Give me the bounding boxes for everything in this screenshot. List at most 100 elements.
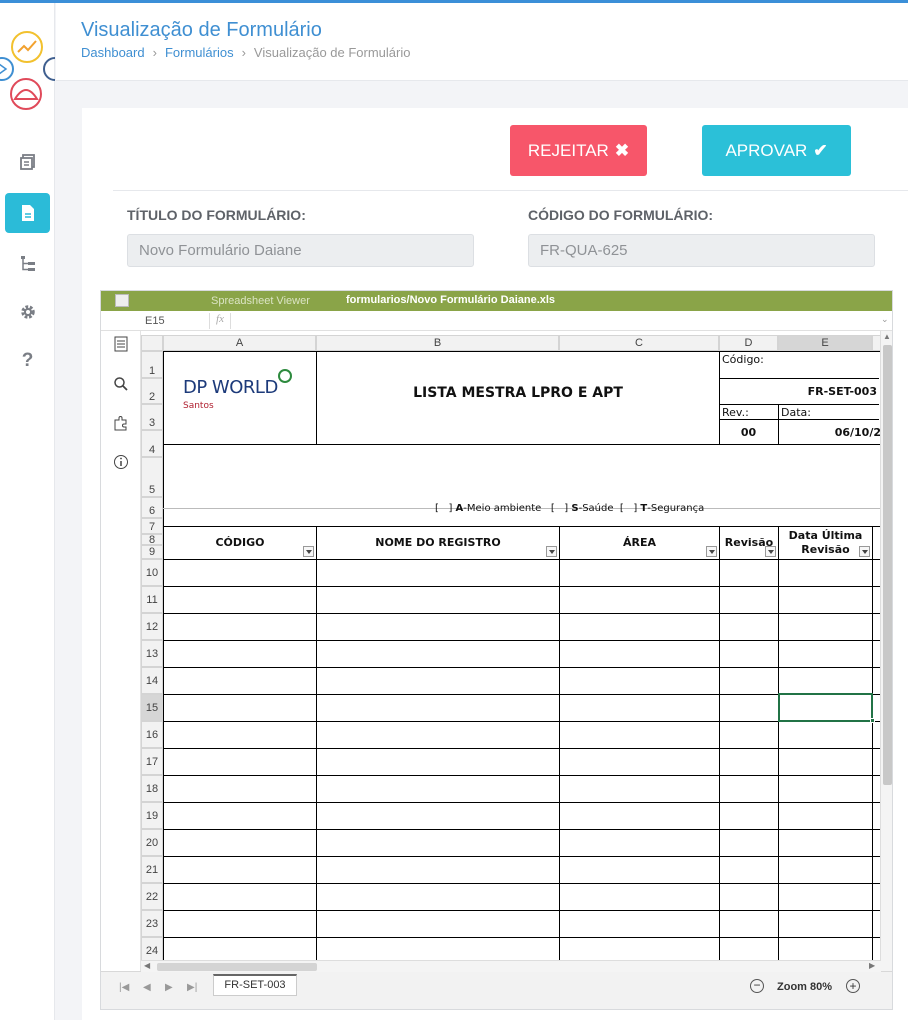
- scroll-thumb[interactable]: [883, 345, 892, 785]
- reject-label: REJEITAR: [527, 140, 609, 160]
- book-icon: [19, 154, 35, 170]
- formula-bar: E15 fx ⌄: [101, 311, 892, 331]
- scroll-right-icon[interactable]: ▶: [869, 961, 875, 970]
- grid-line: [778, 404, 779, 444]
- viewer-app-name: Spreadsheet Viewer: [211, 295, 310, 307]
- grid-line: [163, 694, 881, 695]
- info-icon[interactable]: [113, 454, 129, 470]
- last-sheet-icon[interactable]: ▶|: [187, 982, 197, 993]
- row-header-12[interactable]: 12: [141, 613, 163, 640]
- fill-handle[interactable]: [870, 718, 875, 723]
- scroll-up-icon[interactable]: ▲: [883, 332, 891, 341]
- sidebar: ?: [0, 3, 55, 1020]
- sidebar-item-library[interactable]: [5, 142, 50, 182]
- column-header-c[interactable]: C: [559, 335, 719, 351]
- viewer-toolbar: [101, 331, 141, 971]
- row-header-13[interactable]: 13: [141, 640, 163, 667]
- approve-button[interactable]: APROVAR ✔: [702, 125, 851, 176]
- row-header-14[interactable]: 14: [141, 667, 163, 694]
- legend-key-s: S: [571, 502, 579, 514]
- sidebar-item-hierarchy[interactable]: [5, 243, 50, 283]
- reject-button[interactable]: REJEITAR ✖: [510, 125, 647, 176]
- spreadsheet-viewer: Spreadsheet Viewer formularios/Novo Form…: [100, 290, 893, 1010]
- cell-reference[interactable]: E15: [145, 315, 165, 327]
- document-icon: [21, 205, 34, 221]
- company-name: DP WORLD: [183, 377, 278, 398]
- horizontal-scroll-thumb[interactable]: [157, 963, 317, 971]
- row-header-21[interactable]: 21: [141, 856, 163, 883]
- row-header-15[interactable]: 15: [141, 694, 163, 721]
- sheet-tab[interactable]: FR-SET-003: [213, 974, 297, 996]
- help-icon: ?: [21, 350, 34, 371]
- code-field[interactable]: FR-QUA-625: [528, 234, 875, 267]
- select-all-corner[interactable]: [141, 335, 163, 351]
- codigo-value: FR-SET-003: [807, 384, 877, 398]
- sidebar-item-forms[interactable]: [5, 193, 50, 233]
- row-header-6[interactable]: 6: [141, 497, 163, 518]
- filter-dropdown-icon[interactable]: [859, 546, 870, 557]
- row-header-4[interactable]: 4: [141, 430, 163, 457]
- header-nome: NOME DO REGISTRO: [375, 536, 501, 549]
- column-header-d[interactable]: D: [719, 335, 778, 351]
- first-sheet-icon[interactable]: |◀: [119, 982, 129, 993]
- column-header-b[interactable]: B: [316, 335, 559, 351]
- row-header-1[interactable]: 1: [141, 351, 163, 378]
- formula-input[interactable]: [232, 311, 877, 330]
- row-header-7[interactable]: 7: [141, 518, 163, 534]
- row-header-10[interactable]: 10: [141, 559, 163, 586]
- title-label: TÍTULO DO FORMULÁRIO:: [127, 207, 306, 223]
- column-header-e[interactable]: E: [778, 335, 872, 351]
- horizontal-scrollbar[interactable]: ◀ ▶: [141, 960, 881, 972]
- close-icon: ✖: [614, 140, 630, 160]
- sheet-grid[interactable]: A B C D E 1 2 3 4 5 6 7 8 9 10 11 12 13 …: [141, 331, 881, 971]
- title-field[interactable]: Novo Formulário Daiane: [127, 234, 474, 267]
- data-value: 06/10/2: [834, 425, 881, 439]
- row-header-3[interactable]: 3: [141, 404, 163, 430]
- zoom-in-icon[interactable]: +: [846, 979, 860, 993]
- legend-text-a: -Meio ambiente: [463, 502, 542, 514]
- row-header-23[interactable]: 23: [141, 910, 163, 937]
- selected-cell[interactable]: [778, 693, 873, 722]
- fx-icon: fx: [209, 313, 231, 329]
- next-sheet-icon[interactable]: ▶: [165, 982, 173, 993]
- sidebar-item-help[interactable]: ?: [5, 341, 50, 381]
- row-header-17[interactable]: 17: [141, 748, 163, 775]
- filter-dropdown-icon[interactable]: [765, 546, 776, 557]
- breadcrumb-forms[interactable]: Formulários: [165, 45, 234, 60]
- vertical-scrollbar[interactable]: ▲: [880, 331, 892, 971]
- app-logo: [0, 31, 55, 110]
- row-header-18[interactable]: 18: [141, 775, 163, 802]
- grid-line: [163, 802, 881, 803]
- row-header-9[interactable]: 9: [141, 545, 163, 559]
- sheet-list-icon[interactable]: [113, 336, 129, 352]
- zoom-out-icon[interactable]: −: [750, 979, 764, 993]
- scroll-left-icon[interactable]: ◀: [144, 961, 150, 970]
- rev-label: Rev.:: [722, 405, 749, 419]
- legend: [ ] A -Meio ambiente [ ] S -Saúde [ ] T -Se…: [435, 499, 704, 517]
- filter-dropdown-icon[interactable]: [303, 546, 314, 557]
- check-icon: ✔: [813, 140, 828, 160]
- legend-bracket-a: [ ]: [435, 502, 453, 514]
- legend-key-t: T: [640, 502, 648, 514]
- search-icon[interactable]: [113, 376, 129, 392]
- row-header-22[interactable]: 22: [141, 883, 163, 910]
- breadcrumb-dashboard[interactable]: Dashboard: [81, 45, 145, 60]
- row-header-8[interactable]: 8: [141, 534, 163, 546]
- grid-line: [163, 586, 881, 587]
- column-header-a[interactable]: A: [163, 335, 316, 351]
- grid-line: [163, 667, 881, 668]
- row-header-5[interactable]: 5: [141, 457, 163, 497]
- row-header-11[interactable]: 11: [141, 586, 163, 613]
- row-header-19[interactable]: 19: [141, 802, 163, 829]
- grid-line: [163, 351, 881, 352]
- puzzle-icon[interactable]: [113, 415, 129, 431]
- row-header-16[interactable]: 16: [141, 721, 163, 748]
- sidebar-item-settings[interactable]: [5, 292, 50, 332]
- row-header-2[interactable]: 2: [141, 378, 163, 404]
- legend-text-t: -Segurança: [647, 502, 705, 514]
- row-header-20[interactable]: 20: [141, 829, 163, 856]
- filter-dropdown-icon[interactable]: [706, 546, 717, 557]
- prev-sheet-icon[interactable]: ◀: [143, 982, 151, 993]
- chevron-down-icon[interactable]: ⌄: [881, 314, 889, 325]
- filter-dropdown-icon[interactable]: [546, 546, 557, 557]
